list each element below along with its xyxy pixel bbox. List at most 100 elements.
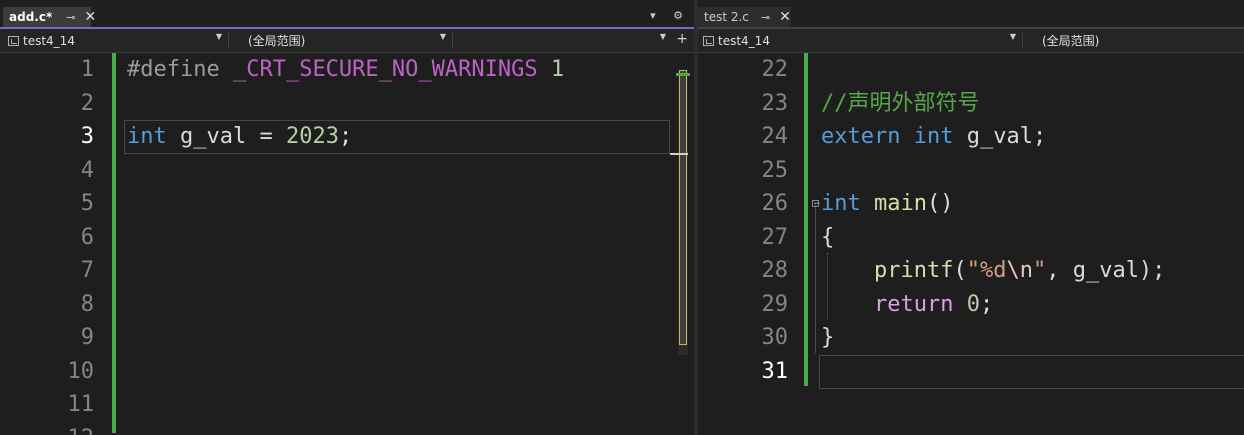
navigation-bar: test4_14 ▼ (全局范围)	[698, 29, 1244, 53]
code-token: "	[1032, 258, 1047, 283]
code-line[interactable]: 24 extern int g_val;	[698, 120, 1244, 154]
code-line[interactable]: 6	[0, 221, 694, 255]
code-token: int	[127, 124, 167, 149]
line-number: 12	[20, 422, 95, 435]
line-number: 2	[80, 90, 94, 116]
line-number: 8	[80, 291, 94, 317]
code-line[interactable]: 3 int g_val = 2023;	[0, 120, 694, 154]
code-text: extern int g_val;	[821, 120, 1046, 154]
code-text: //声明外部符号	[821, 87, 980, 121]
scope-label: (全局范围)	[1042, 34, 1100, 48]
code-token: 1	[550, 57, 565, 82]
line-number: 22	[761, 57, 789, 82]
code-token: ;	[979, 291, 994, 317]
line-number: 25	[761, 157, 789, 183]
line-number: 30	[761, 325, 789, 350]
tab-overflow-settings-icons[interactable]: ▾ ⚙	[650, 9, 690, 22]
scope-dropdown[interactable]: (全局范围)	[1024, 31, 1244, 50]
code-token: _CRT_SECURE_NO_WARNINGS	[232, 57, 538, 82]
divider	[452, 33, 453, 48]
code-text: #define _CRT_SECURE_NO_WARNINGS 1	[127, 53, 564, 87]
code-token: int	[913, 124, 954, 149]
code-line[interactable]: 10	[0, 355, 694, 389]
code-line[interactable]: 7	[0, 254, 694, 288]
tab-test-2-c[interactable]: test 2.c ⊸ ✕	[698, 7, 791, 27]
tab-bar: test 2.c ⊸ ✕	[698, 0, 1244, 29]
scope-dropdown[interactable]: (全局范围) ▼	[230, 31, 450, 50]
pin-icon[interactable]: ⊸	[761, 11, 770, 24]
code-token: 0	[966, 291, 980, 317]
code-line[interactable]: 22	[698, 53, 1244, 87]
code-line[interactable]: 11	[0, 388, 694, 422]
code-token: main	[874, 191, 927, 216]
line-number: 27	[761, 224, 789, 250]
project-dropdown[interactable]: test4_14 ▼	[0, 31, 226, 50]
code-token: , g_val);	[1046, 258, 1166, 283]
line-number: 23	[761, 90, 789, 116]
line-number: 26	[761, 191, 789, 216]
code-token: int	[821, 191, 861, 216]
code-editor[interactable]: 22 23 //声明外部符号 24 extern int g_val; 25 26 − int …	[698, 53, 1244, 435]
code-token: g_val;	[953, 124, 1047, 149]
line-number: 29	[761, 291, 789, 317]
fold-toggle-icon[interactable]: −	[812, 200, 821, 209]
navigation-bar: test4_14 ▼ (全局范围) ▼ ▼ +	[0, 29, 694, 53]
member-dropdown[interactable]: ▼	[454, 31, 670, 50]
code-token: \n	[1006, 258, 1033, 283]
chevron-down-icon: ▼	[659, 32, 666, 41]
code-line[interactable]: 30}	[698, 321, 1244, 355]
line-number: 6	[80, 224, 94, 250]
project-icon	[703, 35, 714, 46]
tab-add-c[interactable]: add.c* ⊸ ✕	[3, 7, 96, 27]
code-text: }	[821, 321, 834, 355]
project-label: test4_14	[718, 33, 770, 48]
code-token: (	[953, 258, 967, 283]
editor-pane-add-c: add.c* ⊸ ✕ ▾ ⚙ test4_14 ▼ (全局范围) ▼ ▼ + 1…	[0, 0, 694, 435]
line-number: 28	[761, 258, 789, 283]
code-line[interactable]: 29 return 0;	[698, 288, 1244, 322]
line-number: 10	[67, 358, 95, 384]
code-text: {	[821, 221, 834, 255]
split-window-icon[interactable]: +	[676, 31, 688, 47]
code-token: 2023	[285, 124, 339, 149]
code-line[interactable]: 9	[0, 321, 694, 355]
code-line[interactable]: 5	[0, 187, 694, 221]
code-token: //声明外部符号	[821, 90, 980, 116]
pin-icon[interactable]: ⊸	[66, 11, 75, 24]
close-icon[interactable]: ✕	[84, 9, 96, 25]
chevron-down-icon: ▼	[439, 32, 446, 41]
code-line[interactable]: 28 printf("%d\n", g_val);	[698, 254, 1244, 288]
line-number: 4	[80, 157, 94, 183]
tab-label: add.c*	[9, 10, 53, 24]
code-line[interactable]: 23 //声明外部符号	[698, 87, 1244, 121]
code-line[interactable]: 31	[698, 355, 1244, 389]
code-line[interactable]: 12	[0, 422, 694, 435]
code-token: "%d	[966, 258, 1007, 283]
project-icon	[8, 35, 19, 46]
code-line[interactable]: 4	[0, 154, 694, 188]
code-line[interactable]: 26 − int main()	[698, 187, 1244, 221]
code-token: return	[873, 291, 954, 317]
project-dropdown[interactable]: test4_14 ▼	[698, 31, 1020, 50]
divider	[228, 33, 229, 48]
code-text: return 0;	[821, 288, 993, 322]
line-number: 31	[761, 358, 789, 384]
code-line[interactable]: 8	[0, 288, 694, 322]
code-line[interactable]: 25	[698, 154, 1244, 188]
code-editor[interactable]: 1 #define _CRT_SECURE_NO_WARNINGS 1 2 3 int …	[0, 53, 694, 435]
code-line[interactable]: 27 {	[698, 221, 1244, 255]
line-number: 1	[80, 57, 94, 82]
code-token: {	[821, 224, 835, 250]
code-text: int main()	[821, 187, 953, 221]
close-icon[interactable]: ✕	[779, 9, 791, 25]
tab-label: test 2.c	[704, 10, 749, 24]
code-line[interactable]: 1 #define _CRT_SECURE_NO_WARNINGS 1	[0, 53, 694, 87]
code-text: printf("%d\n", g_val);	[821, 254, 1165, 288]
code-token: g_val =	[166, 124, 286, 149]
code-line[interactable]: 2	[0, 87, 694, 121]
